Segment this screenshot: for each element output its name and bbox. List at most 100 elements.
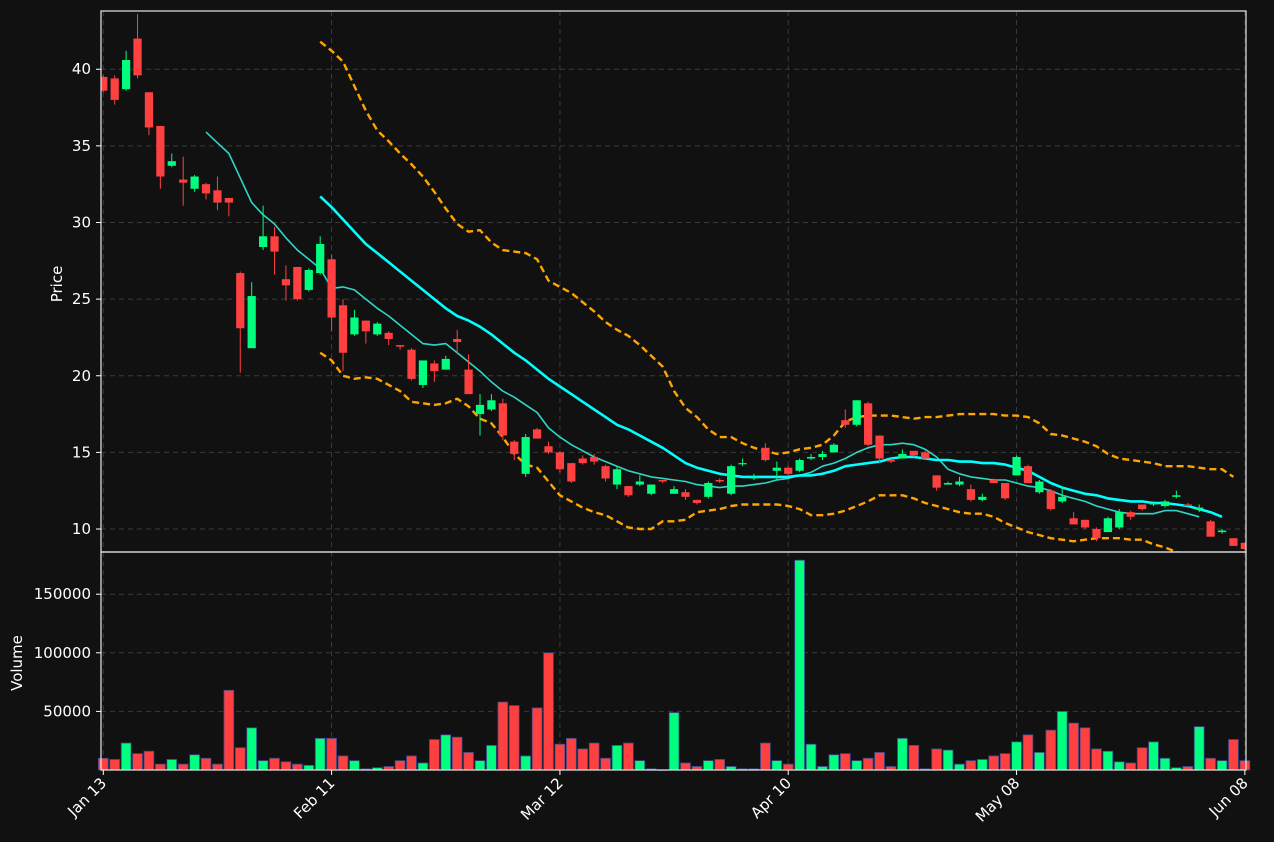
volume-bar [1125, 762, 1137, 771]
volume-bar [109, 759, 121, 771]
candle-body [943, 483, 953, 485]
volume-bar [965, 760, 977, 771]
candle-body [361, 320, 370, 332]
candle-body [647, 484, 656, 494]
volume-bar [451, 736, 463, 771]
volume-bar [1056, 710, 1068, 771]
volume-bar [303, 764, 315, 771]
candle-body [270, 236, 279, 252]
candle-body [236, 273, 245, 329]
volume-bar [463, 752, 474, 771]
volume-bar [497, 701, 509, 771]
candle-body [1149, 502, 1158, 505]
candle-body [167, 161, 176, 166]
candle-body [989, 479, 998, 484]
candle-body [487, 400, 496, 410]
candle-body [749, 476, 759, 479]
volume-bar [988, 755, 1000, 771]
candle-body [818, 453, 827, 457]
volume-bar [269, 757, 280, 771]
candle-body [681, 492, 690, 497]
price-axis-title: Price [48, 266, 66, 303]
price-tick-label: 35 [72, 137, 91, 155]
candle-body [156, 125, 165, 177]
volume-bar [429, 739, 440, 771]
volume-bar [566, 737, 577, 771]
price-tick-label: 15 [72, 443, 91, 461]
volume-bar [200, 757, 212, 771]
candle-body [293, 266, 302, 300]
candle-body [213, 190, 222, 203]
volume-bar [520, 755, 531, 771]
candle-body [590, 456, 599, 462]
candle [795, 458, 804, 473]
candle-body [921, 452, 930, 459]
volume-bar [908, 744, 920, 771]
candle-body [475, 404, 485, 415]
volume-bar [794, 559, 805, 771]
candle [521, 433, 530, 477]
candle-body [201, 184, 211, 194]
candle [418, 360, 428, 389]
candle-body [624, 486, 633, 496]
volume-bar [417, 762, 429, 771]
candle [624, 486, 633, 497]
volume-bar [771, 760, 783, 771]
volume-bar [1068, 722, 1079, 771]
candle-body [190, 176, 199, 189]
volume-bar [554, 743, 566, 771]
volume-bar [440, 734, 452, 771]
volume-tick-label: 150000 [34, 585, 91, 603]
volume-bar [611, 744, 623, 771]
candle-body [612, 469, 622, 485]
volume-bar [782, 763, 794, 771]
volume-bar [212, 763, 223, 771]
volume-tick-label: 100000 [34, 644, 91, 662]
volume-bar [714, 759, 726, 771]
candle [498, 398, 507, 441]
volume-bar [999, 753, 1011, 771]
volume-bar [1045, 729, 1057, 771]
volume-bar [1091, 748, 1102, 771]
candle-body [578, 458, 587, 464]
candle-body [384, 332, 393, 339]
candle-body [898, 453, 907, 459]
candle [555, 450, 565, 473]
candle-body [635, 481, 644, 485]
candle-body [1080, 519, 1090, 528]
volume-bar [132, 753, 143, 771]
candle [704, 481, 713, 499]
price-tick-label: 40 [72, 60, 91, 78]
candle-body [327, 259, 336, 318]
candle-body [1217, 530, 1227, 533]
candle-body [738, 463, 747, 465]
volume-bar [954, 763, 965, 771]
volume-bar [1011, 741, 1022, 771]
candle-body [658, 479, 667, 482]
volume-bar [177, 763, 189, 771]
price-tick-label: 25 [72, 290, 91, 308]
volume-bar [189, 754, 200, 771]
candle-body [772, 467, 781, 471]
volume-bar [760, 742, 771, 771]
candle-body [464, 369, 473, 395]
candle-body [1195, 507, 1204, 510]
candle-body [1092, 529, 1101, 539]
volume-bar [486, 744, 497, 771]
candle-body [532, 429, 542, 439]
volume-bar [839, 753, 851, 771]
candle-body [727, 466, 736, 494]
volume-bar [234, 747, 246, 771]
price-tick-label: 20 [72, 367, 91, 385]
candle-body [110, 78, 119, 100]
candle-body [1115, 512, 1124, 528]
volume-bar [314, 737, 326, 771]
candle-body [122, 60, 131, 90]
volume-bar [531, 707, 543, 771]
volume-bar [874, 752, 885, 771]
candle-body [955, 481, 964, 485]
candle-body [1001, 483, 1010, 499]
volume-bar [897, 737, 908, 771]
volume-bar [703, 760, 714, 771]
volume-bar [1022, 734, 1034, 771]
